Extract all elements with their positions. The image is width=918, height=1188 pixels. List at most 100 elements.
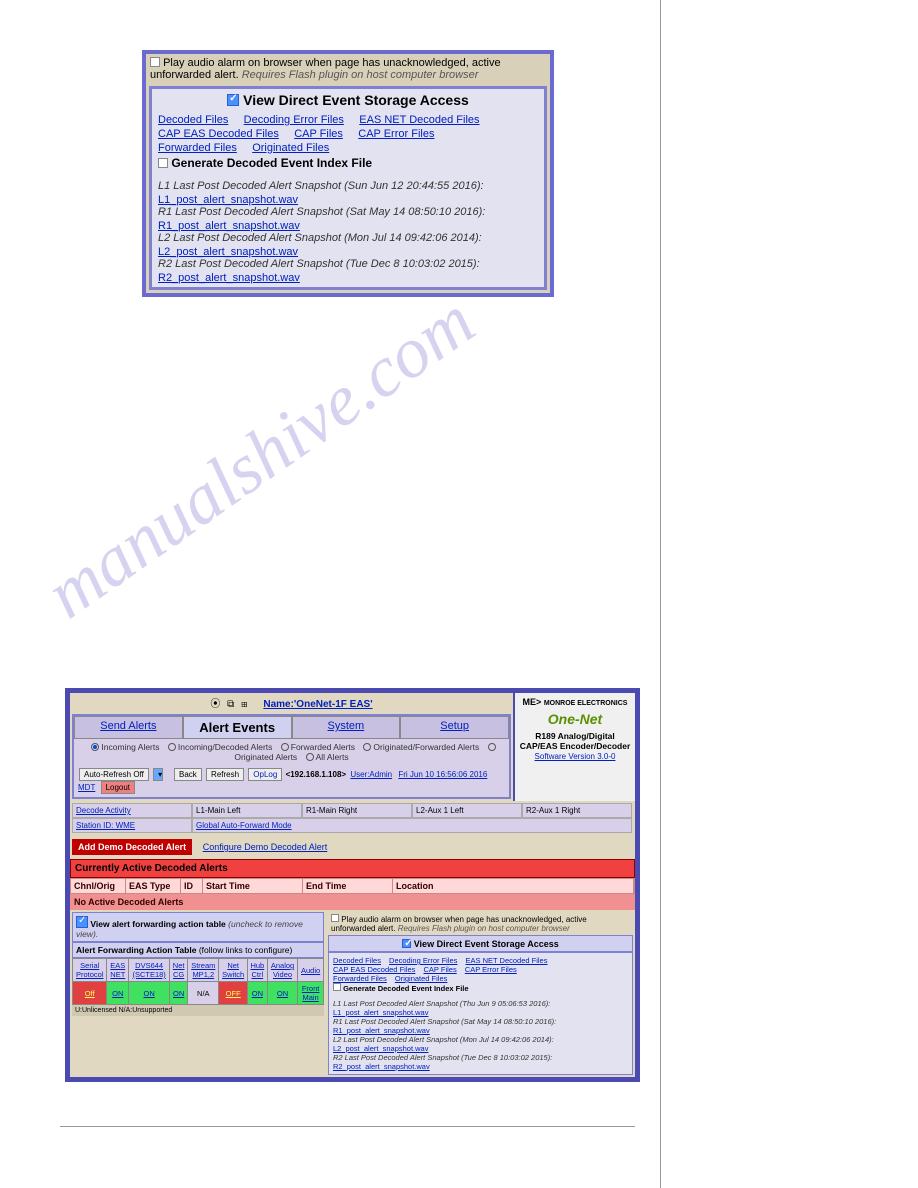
configure-demo-link[interactable]: Configure Demo Decoded Alert xyxy=(203,842,328,852)
r-audio-req: Requires Flash plugin on host computer b… xyxy=(398,924,570,933)
snapshot-l1-label: L1 Last Post Decoded Alert Snapshot (Sun… xyxy=(158,180,538,192)
fwd-th-stream[interactable]: Stream MP1,2 xyxy=(188,959,219,982)
auto-refresh-select[interactable]: Auto-Refresh Off xyxy=(79,768,149,781)
r-audio-checkbox[interactable] xyxy=(331,914,339,922)
tab-send-alerts[interactable]: Send Alerts xyxy=(74,716,183,739)
gen-index-checkbox[interactable] xyxy=(158,158,168,168)
audio-alarm-checkbox[interactable] xyxy=(150,57,160,67)
link-cap-error-files[interactable]: CAP Error Files xyxy=(358,128,434,140)
r-snap-l2-link[interactable]: L2_post_alert_snapshot.wav xyxy=(333,1044,628,1053)
link-forwarded-files[interactable]: Forwarded Files xyxy=(158,142,237,154)
fwd-th-netsw[interactable]: Net Switch xyxy=(219,959,247,982)
alert-events-app-panel: ⦿ ⧉ ⊞ Name:'OneNet-1F EAS' Send Alerts A… xyxy=(65,688,640,1082)
audio-alarm-requirement: Requires Flash plugin on host computer b… xyxy=(242,69,479,81)
radio-all[interactable] xyxy=(306,753,314,761)
r-snap-l1-link[interactable]: L1_post_alert_snapshot.wav xyxy=(333,1008,628,1017)
fwd-dvs-cell[interactable]: ON xyxy=(129,982,170,1005)
gen-index-label: Generate Decoded Event Index File xyxy=(171,156,372,170)
r-snap-l1: L1 Last Post Decoded Alert Snapshot (Thu… xyxy=(333,999,628,1008)
link-decoding-error-files[interactable]: Decoding Error Files xyxy=(244,114,344,126)
fwd-th-dvs[interactable]: DVS644 (SCTE18) xyxy=(129,959,170,982)
radio-incoming-decoded[interactable] xyxy=(168,743,176,751)
oplog-button[interactable]: OpLog xyxy=(248,768,282,781)
snapshot-l2-label: L2 Last Post Decoded Alert Snapshot (Mon… xyxy=(158,232,538,244)
link-decoded-files[interactable]: Decoded Files xyxy=(158,114,228,126)
snapshot-l1-link[interactable]: L1_post_alert_snapshot.wav xyxy=(158,194,298,206)
view-storage-header: View Direct Event Storage Access xyxy=(158,92,538,108)
snapshot-r1-link[interactable]: R1_post_alert_snapshot.wav xyxy=(158,220,300,232)
back-button[interactable]: Back xyxy=(174,768,202,781)
link-eas-net-decoded-files[interactable]: EAS NET Decoded Files xyxy=(359,114,479,126)
r-snap-r1-link[interactable]: R1_post_alert_snapshot.wav xyxy=(333,1026,628,1035)
r-link-fwd[interactable]: Forwarded Files xyxy=(333,974,387,983)
fwd-audio-cell[interactable]: Front Main xyxy=(298,982,324,1005)
tab-alert-events[interactable]: Alert Events xyxy=(183,716,292,739)
r-link-orig[interactable]: Originated Files xyxy=(395,974,448,983)
snapshot-l2-link[interactable]: L2_post_alert_snapshot.wav xyxy=(158,246,298,258)
software-version-link[interactable]: Software Version 3.0-0 xyxy=(535,752,616,761)
decode-activity-link[interactable]: Decode Activity xyxy=(76,806,131,815)
radio-label-3: Originated/Forwarded Alerts xyxy=(373,742,479,752)
view-fwd-table-checkbox[interactable] xyxy=(76,916,88,928)
r-link-caperr[interactable]: CAP Error Files xyxy=(465,965,517,974)
link-cap-eas-decoded-files[interactable]: CAP EAS Decoded Files xyxy=(158,128,279,140)
alerts-table-header: Chnl/Orig EAS Type ID Start Time End Tim… xyxy=(70,878,635,894)
brand-model: R189 Analog/Digital CAP/EAS Encoder/Deco… xyxy=(517,731,633,751)
fwd-th-hub[interactable]: Hub Ctrl xyxy=(247,959,267,982)
radio-incoming-alerts[interactable] xyxy=(91,743,99,751)
radio-forwarded[interactable] xyxy=(281,743,289,751)
auto-refresh-dropdown-icon[interactable]: ▾ xyxy=(153,768,163,781)
fwd-serial-cell[interactable]: Off xyxy=(73,982,107,1005)
view-storage-checkbox[interactable] xyxy=(227,94,239,106)
tab-system[interactable]: System xyxy=(292,716,401,739)
currently-active-header: Currently Active Decoded Alerts xyxy=(70,859,635,878)
snapshot-r2-label: R2 Last Post Decoded Alert Snapshot (Tue… xyxy=(158,258,538,270)
th-start: Start Time xyxy=(203,879,303,893)
user-link[interactable]: User:Admin xyxy=(350,770,392,779)
link-cap-files[interactable]: CAP Files xyxy=(294,128,343,140)
fwd-th-analog[interactable]: Analog Video xyxy=(267,959,297,982)
fwd-th-serial[interactable]: Serial Protocol xyxy=(73,959,107,982)
link-originated-files[interactable]: Originated Files xyxy=(252,142,329,154)
global-auto-forward-link[interactable]: Global Auto-Forward Mode xyxy=(196,821,292,830)
r-link-decerr[interactable]: Decoding Error Files xyxy=(389,956,457,965)
r-snap-r2-link[interactable]: R2_post_alert_snapshot.wav xyxy=(333,1062,628,1071)
brand-sidebar: ME> MONROE ELECTRONICS One-Net R189 Anal… xyxy=(515,693,635,801)
radio-originated[interactable] xyxy=(488,743,496,751)
main-column: Play audio alarm on browser when page ha… xyxy=(0,0,660,1188)
r-snap-l2: L2 Last Post Decoded Alert Snapshot (Mon… xyxy=(333,1035,628,1044)
no-active-alerts-row: No Active Decoded Alerts xyxy=(70,894,635,910)
fwd-analog-cell[interactable]: ON xyxy=(267,982,297,1005)
r-link-decoded[interactable]: Decoded Files xyxy=(333,956,381,965)
r-link-capeas[interactable]: CAP EAS Decoded Files xyxy=(333,965,415,974)
r-view-storage-checkbox[interactable] xyxy=(402,939,411,948)
device-name-row: ⦿ ⧉ ⊞ Name:'OneNet-1F EAS' xyxy=(70,693,513,712)
fwd-netcg-cell[interactable]: ON xyxy=(170,982,188,1005)
r-link-easnet[interactable]: EAS NET Decoded Files xyxy=(466,956,548,965)
brand-onenet: One-Net xyxy=(517,711,633,727)
fwd-easnet-cell[interactable]: ON xyxy=(107,982,129,1005)
radio-label-2: Forwarded Alerts xyxy=(291,742,355,752)
fwd-hub-cell[interactable]: ON xyxy=(247,982,267,1005)
r-snap-r2: R2 Last Post Decoded Alert Snapshot (Tue… xyxy=(333,1053,628,1062)
fwd-netsw-cell[interactable]: OFF xyxy=(219,982,247,1005)
tab-setup[interactable]: Setup xyxy=(400,716,509,739)
station-id-link[interactable]: Station ID: WME xyxy=(76,821,135,830)
radio-label-5: All Alerts xyxy=(316,752,349,762)
refresh-button[interactable]: Refresh xyxy=(206,768,244,781)
ip-address: <192.168.1.108> xyxy=(286,770,347,779)
r-gen-index-label: Generate Decoded Event Index File xyxy=(343,984,468,993)
direct-event-storage-panel-top: Play audio alarm on browser when page ha… xyxy=(142,50,554,297)
fwd-th-netcg[interactable]: Net CG xyxy=(170,959,188,982)
r-link-cap[interactable]: CAP Files xyxy=(424,965,457,974)
r-gen-index-checkbox[interactable] xyxy=(333,983,341,991)
add-demo-decoded-alert-button[interactable]: Add Demo Decoded Alert xyxy=(72,839,192,855)
snapshot-r2-link[interactable]: R2_post_alert_snapshot.wav xyxy=(158,272,300,284)
logout-button[interactable]: Logout xyxy=(101,781,135,794)
fwd-th-audio[interactable]: Audio xyxy=(298,959,324,982)
device-name-link[interactable]: Name:'OneNet-1F EAS' xyxy=(263,699,372,710)
fwd-th-easnet[interactable]: EAS NET xyxy=(107,959,129,982)
radio-orig-forwarded[interactable] xyxy=(363,743,371,751)
th-location: Location xyxy=(393,879,634,893)
decode-l1: L1-Main Left xyxy=(192,803,302,818)
